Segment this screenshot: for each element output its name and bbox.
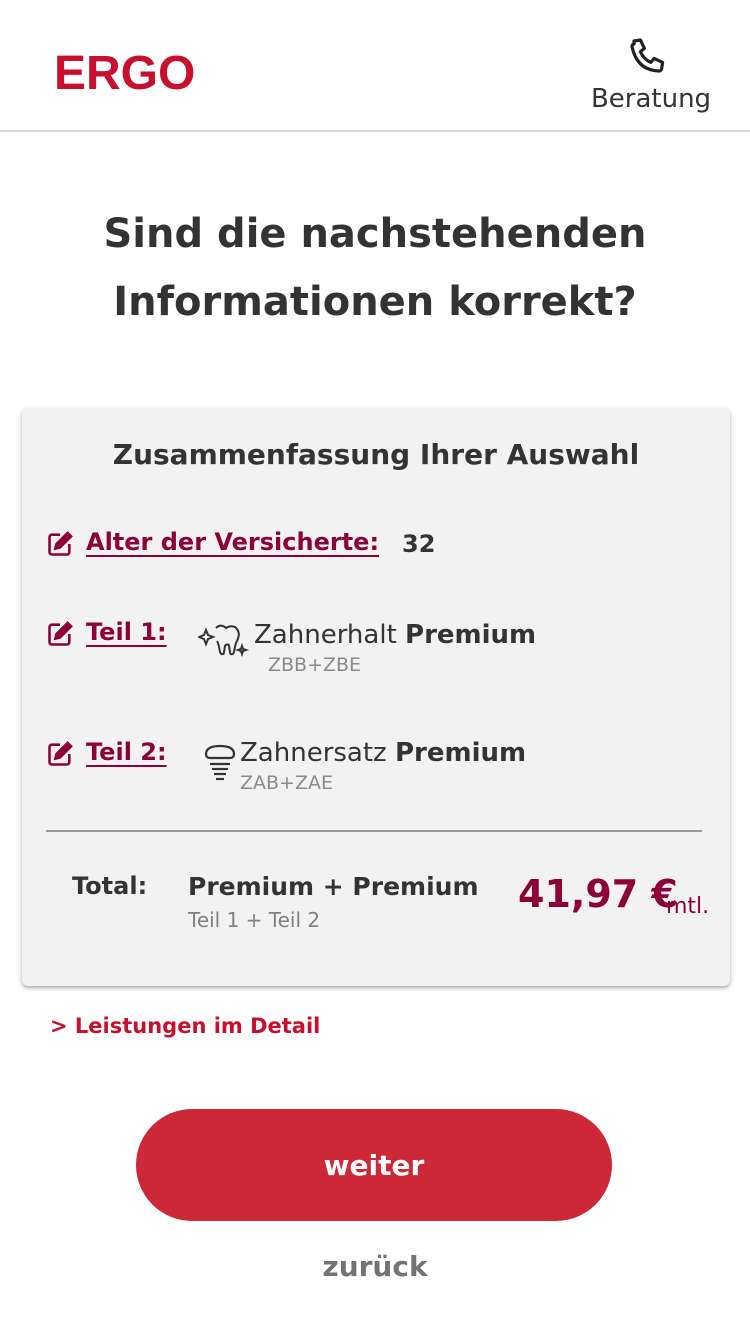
price-unit: mtl. xyxy=(666,894,710,919)
part1-product-tier: Premium xyxy=(405,620,537,650)
next-button[interactable]: weiter xyxy=(136,1109,612,1221)
part2-label[interactable]: Teil 2: xyxy=(86,738,167,766)
total-price: 41,97 € xyxy=(518,872,678,916)
edit-icon xyxy=(48,621,73,646)
part2-row[interactable]: Teil 2: xyxy=(46,738,176,774)
age-label[interactable]: Alter der Versicherte: xyxy=(86,528,379,556)
part1-product-base: Zahnerhalt xyxy=(254,620,397,650)
page-title: Sind die nachstehenden Informationen kor… xyxy=(40,200,710,336)
summary-card: Zusammenfassung Ihrer Auswahl Alter der … xyxy=(22,408,730,986)
phone-icon xyxy=(630,38,665,73)
summary-title: Zusammenfassung Ihrer Auswahl xyxy=(112,438,640,471)
part2-product-base: Zahnersatz xyxy=(240,738,387,768)
dental-implant-icon xyxy=(204,744,236,781)
part2-product-code: ZAB+ZAE xyxy=(240,772,333,794)
part2-product-name: Zahnersatz Premium xyxy=(240,738,526,768)
age-value: 32 xyxy=(402,530,436,558)
part1-label[interactable]: Teil 1: xyxy=(86,618,167,646)
part2-product-tier: Premium xyxy=(394,738,527,768)
consult-label: Beratung xyxy=(590,84,712,114)
part1-product-code: ZBB+ZBE xyxy=(268,654,362,676)
summary-divider xyxy=(46,830,702,832)
part1-product-name: Zahnerhalt Premium xyxy=(254,620,536,650)
ergo-logo[interactable]: ERGO xyxy=(54,46,195,101)
back-button[interactable]: zurück xyxy=(275,1244,475,1288)
total-sub: Teil 1 + Teil 2 xyxy=(188,908,321,932)
tooth-sparkle-icon xyxy=(198,624,250,658)
total-name: Premium + Premium xyxy=(188,872,479,901)
page-title-line-2: Informationen korrekt? xyxy=(113,279,637,325)
edit-icon xyxy=(48,531,73,556)
details-link[interactable]: > Leistungen im Detail xyxy=(50,1014,320,1038)
edit-icon xyxy=(48,741,73,766)
part1-row[interactable]: Teil 1: xyxy=(46,618,176,654)
total-label: Total: xyxy=(72,872,148,900)
page-title-line-1: Sind die nachstehenden xyxy=(103,211,647,257)
consult-button[interactable]: Beratung xyxy=(586,30,716,120)
age-row[interactable]: Alter der Versicherte: xyxy=(46,528,379,562)
app-header: ERGO Beratung xyxy=(0,0,750,132)
